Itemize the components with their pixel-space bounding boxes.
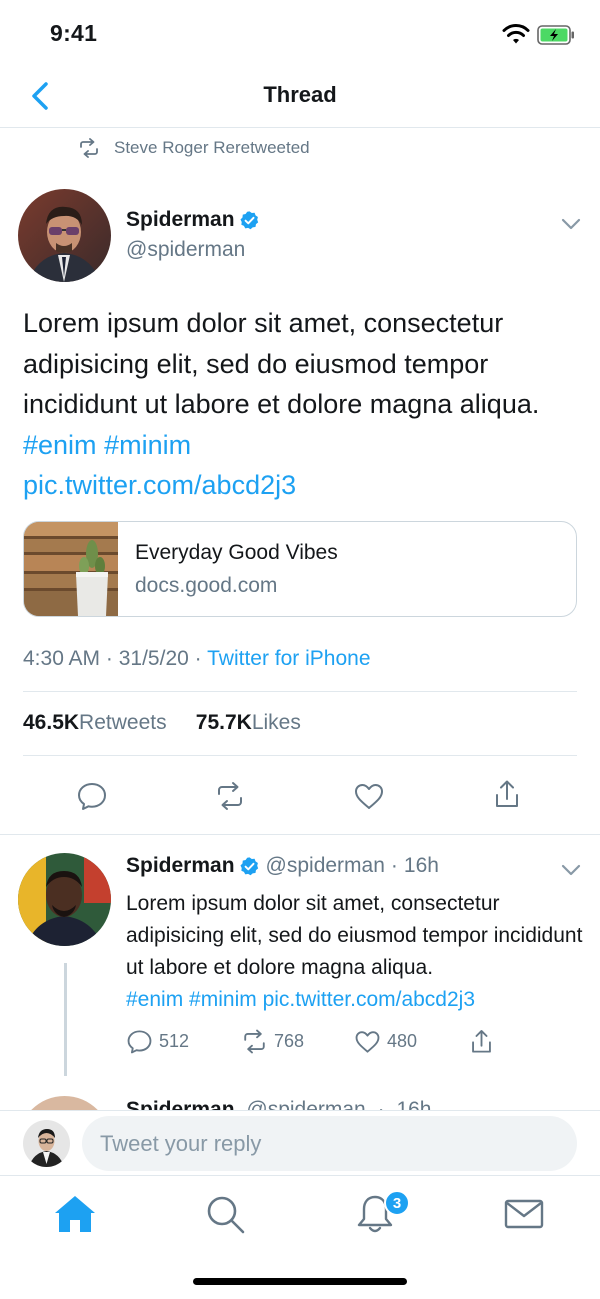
retweet-count: 768 xyxy=(274,1030,305,1051)
avatar[interactable] xyxy=(18,189,111,282)
reply-compose-bar xyxy=(0,1110,600,1176)
retweet-notice-text: Steve Roger Reretweeted xyxy=(114,138,310,157)
tweet-date: 31/5/20 xyxy=(118,647,189,670)
reply-header[interactable]: Spiderman @spiderman · 16h xyxy=(126,854,439,878)
verified-icon xyxy=(240,210,258,229)
retweet-icon[interactable] xyxy=(214,780,246,812)
divider xyxy=(23,691,577,692)
chevron-down-icon[interactable] xyxy=(560,214,582,234)
home-icon[interactable] xyxy=(53,1192,97,1236)
search-icon[interactable] xyxy=(203,1192,247,1236)
likes-stat[interactable]: 75.7KLikes xyxy=(196,711,301,734)
wifi-icon xyxy=(502,24,530,44)
hashtag-link[interactable]: #enim xyxy=(23,430,97,460)
author-name: Spiderman xyxy=(126,854,235,877)
home-indicator[interactable] xyxy=(193,1278,407,1285)
card-domain: docs.good.com xyxy=(135,574,278,597)
page-title: Thread xyxy=(263,82,337,107)
time-ago: 16h xyxy=(403,854,439,877)
author-name-row[interactable]: Spiderman xyxy=(126,208,260,232)
chevron-down-icon[interactable] xyxy=(560,860,582,880)
avatar xyxy=(18,1096,111,1111)
avatar[interactable] xyxy=(18,853,111,946)
reply-retweet-button[interactable]: 768 xyxy=(241,1026,304,1056)
hashtag-link[interactable]: #minim xyxy=(189,988,257,1011)
avatar-image xyxy=(18,853,111,946)
avatar-image xyxy=(23,1120,70,1167)
tweet-time: 4:30 AM xyxy=(23,647,101,670)
verified-icon xyxy=(240,856,258,875)
comment-icon[interactable] xyxy=(76,780,108,812)
hashtag-link[interactable]: #minim xyxy=(104,430,191,460)
heart-icon xyxy=(355,1030,380,1053)
divider xyxy=(0,834,600,835)
likes-label: Likes xyxy=(251,711,301,734)
reply-share-button[interactable] xyxy=(468,1026,501,1056)
reply-count: 512 xyxy=(159,1030,190,1051)
retweets-label: Retweets xyxy=(79,711,167,734)
retweets-count: 46.5K xyxy=(23,711,80,734)
pic-link[interactable]: pic.twitter.com/abcd2j3 xyxy=(23,470,296,500)
tweet-text-body: Lorem ipsum dolor sit amet, consectetur … xyxy=(23,308,540,419)
share-icon[interactable] xyxy=(491,778,523,810)
hashtag-link[interactable]: #enim xyxy=(126,988,183,1011)
heart-icon[interactable] xyxy=(353,780,385,812)
thread-connector xyxy=(64,963,67,1076)
reply-text: Lorem ipsum dolor sit amet, consectetur … xyxy=(126,888,586,1016)
divider xyxy=(23,755,577,756)
tweet-source[interactable]: Twitter for iPhone xyxy=(207,647,370,670)
author-name: Spiderman xyxy=(126,208,235,231)
status-bar: 9:41 xyxy=(0,0,600,70)
avatar-image xyxy=(18,189,111,282)
reply-input[interactable] xyxy=(82,1116,577,1171)
author-handle: @spiderman xyxy=(265,854,385,877)
tab-bar: 3 xyxy=(0,1176,600,1299)
comment-icon xyxy=(127,1029,152,1053)
author-handle[interactable]: @spiderman xyxy=(126,238,245,262)
retweet-notice: Steve Roger Reretweeted xyxy=(78,136,310,160)
reply-comment-button[interactable]: 512 xyxy=(126,1026,189,1056)
battery-icon xyxy=(537,25,574,45)
separator-dot: · xyxy=(390,854,398,877)
nav-bar: Thread xyxy=(0,70,600,128)
like-count: 480 xyxy=(387,1030,418,1051)
retweet-icon xyxy=(80,138,98,158)
avatar[interactable] xyxy=(23,1120,70,1167)
retweet-icon xyxy=(244,1029,265,1053)
pic-link[interactable]: pic.twitter.com/abcd2j3 xyxy=(263,988,475,1011)
likes-count: 75.7K xyxy=(195,711,252,734)
notifications-badge: 3 xyxy=(384,1190,410,1216)
status-time: 9:41 xyxy=(50,20,98,46)
card-thumbnail xyxy=(24,522,118,616)
card-title: Everyday Good Vibes xyxy=(135,541,338,564)
tweet-meta: 4:30 AM · 31/5/20 · Twitter for iPhone xyxy=(23,647,371,670)
retweets-stat[interactable]: 46.5KRetweets xyxy=(23,711,167,734)
share-icon xyxy=(472,1029,491,1053)
mail-icon[interactable] xyxy=(502,1192,546,1236)
next-tweet-peek: Spiderman @spiderman · 16h xyxy=(0,1096,600,1111)
tweet-stats: 46.5KRetweets 75.7KLikes xyxy=(23,711,301,735)
reply-like-button[interactable]: 480 xyxy=(354,1026,417,1056)
tweet-text: Lorem ipsum dolor sit amet, consectetur … xyxy=(23,303,583,506)
reply-text-body: Lorem ipsum dolor sit amet, consectetur … xyxy=(126,892,583,979)
link-card[interactable]: Everyday Good Vibes docs.good.com xyxy=(23,521,577,617)
